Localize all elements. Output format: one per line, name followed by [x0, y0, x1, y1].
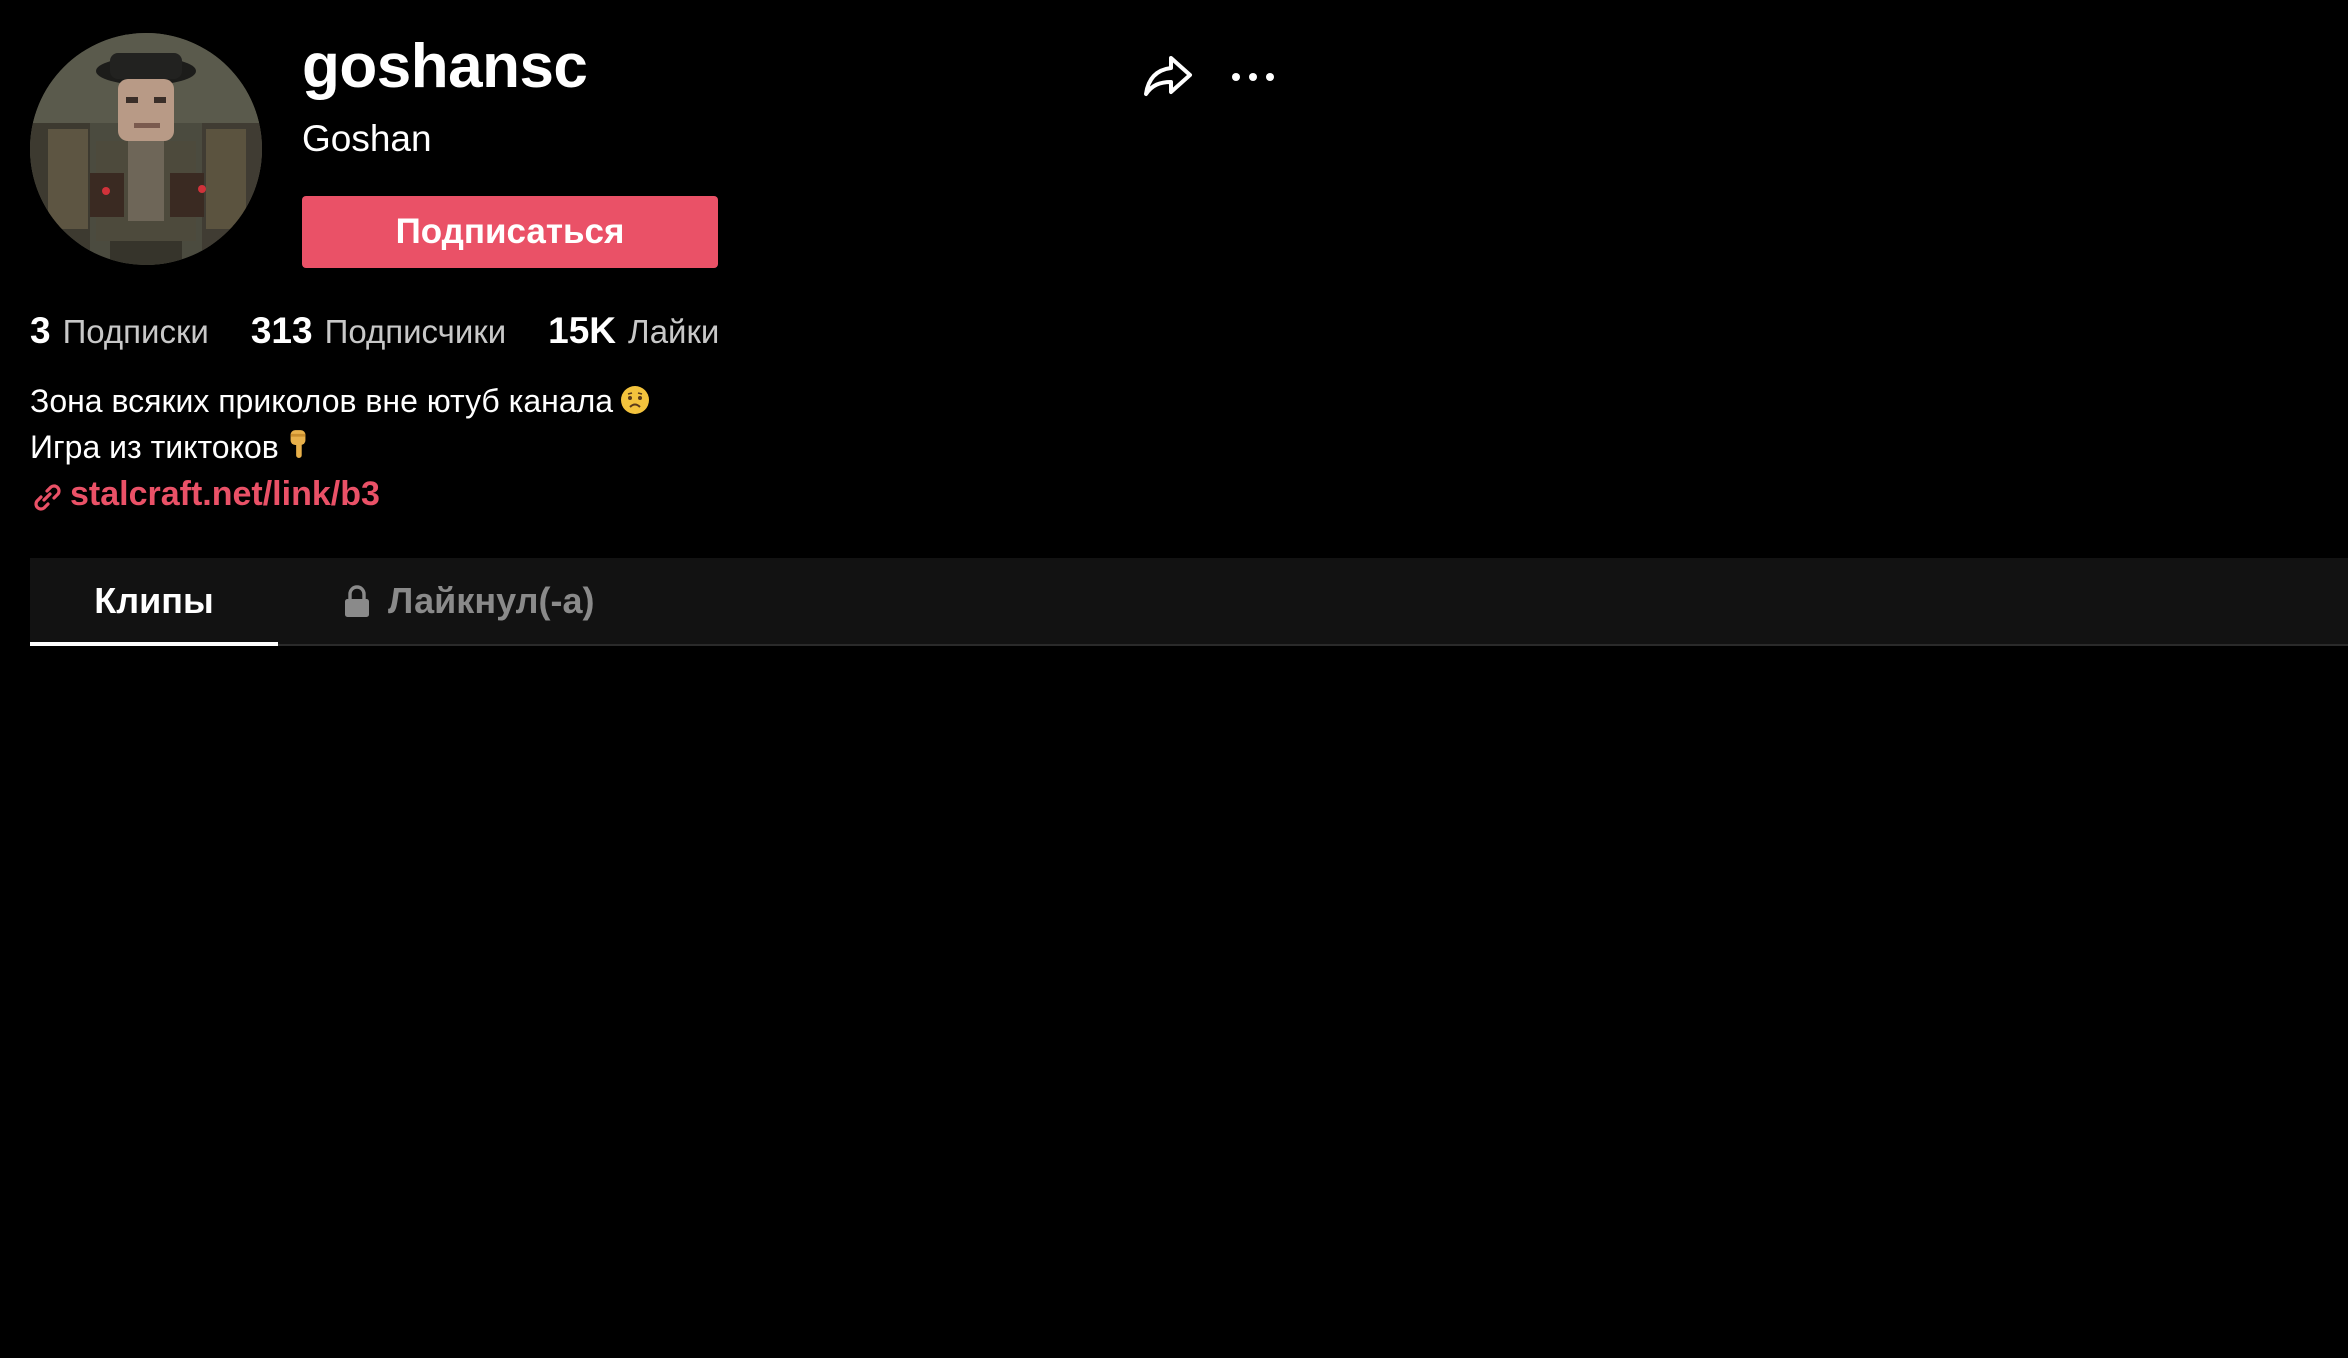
profile-username: goshansc [302, 32, 588, 101]
bio-line-1-text: Зона всяких приколов вне ютуб канала [30, 383, 614, 419]
profile-stats: 3 Подписки 313 Подписчики 15K Лайки [30, 310, 761, 362]
likes-label: Лайки [628, 313, 720, 350]
share-icon[interactable] [1140, 48, 1196, 104]
following-count: 3 [30, 310, 51, 351]
pointing-down-emoji [285, 428, 311, 472]
more-icon[interactable] [1228, 52, 1278, 102]
lock-icon [345, 585, 369, 617]
avatar-image [30, 33, 262, 265]
profile-page: goshansc Goshan Подписаться 3 Подписки 3… [0, 0, 2348, 1358]
tab-clips-label: Клипы [94, 580, 214, 621]
active-tab-indicator [30, 642, 278, 646]
tab-clips[interactable]: Клипы [30, 558, 278, 646]
profile-link[interactable]: stalcraft.net/link/b3 [30, 474, 380, 514]
likes-stat: 15K Лайки [548, 310, 719, 352]
link-icon [34, 484, 61, 511]
tab-liked[interactable]: Лайкнул(-а) [342, 558, 594, 644]
bio-line-2: Игра из тиктоков [30, 426, 651, 472]
bio-line-2-text: Игра из тиктоков [30, 429, 279, 465]
worried-face-emoji [619, 384, 651, 426]
profile-tabs: Клипы Лайкнул(-а) [30, 558, 2348, 646]
followers-label: Подписчики [324, 313, 507, 350]
following-label: Подписки [62, 313, 209, 350]
tab-liked-label: Лайкнул(-а) [388, 580, 595, 621]
likes-count: 15K [548, 310, 617, 351]
follow-button[interactable]: Подписаться [302, 196, 718, 268]
followers-stat[interactable]: 313 Подписчики [251, 310, 506, 352]
profile-nickname: Goshan [302, 118, 432, 159]
link-text: stalcraft.net/link/b3 [70, 474, 380, 513]
profile-bio: Зона всяких приколов вне ютуб канала Игр… [30, 380, 651, 472]
followers-count: 313 [250, 310, 313, 351]
bio-line-1: Зона всяких приколов вне ютуб канала [30, 380, 651, 426]
profile-avatar[interactable] [30, 33, 262, 265]
following-stat[interactable]: 3 Подписки [30, 310, 209, 352]
